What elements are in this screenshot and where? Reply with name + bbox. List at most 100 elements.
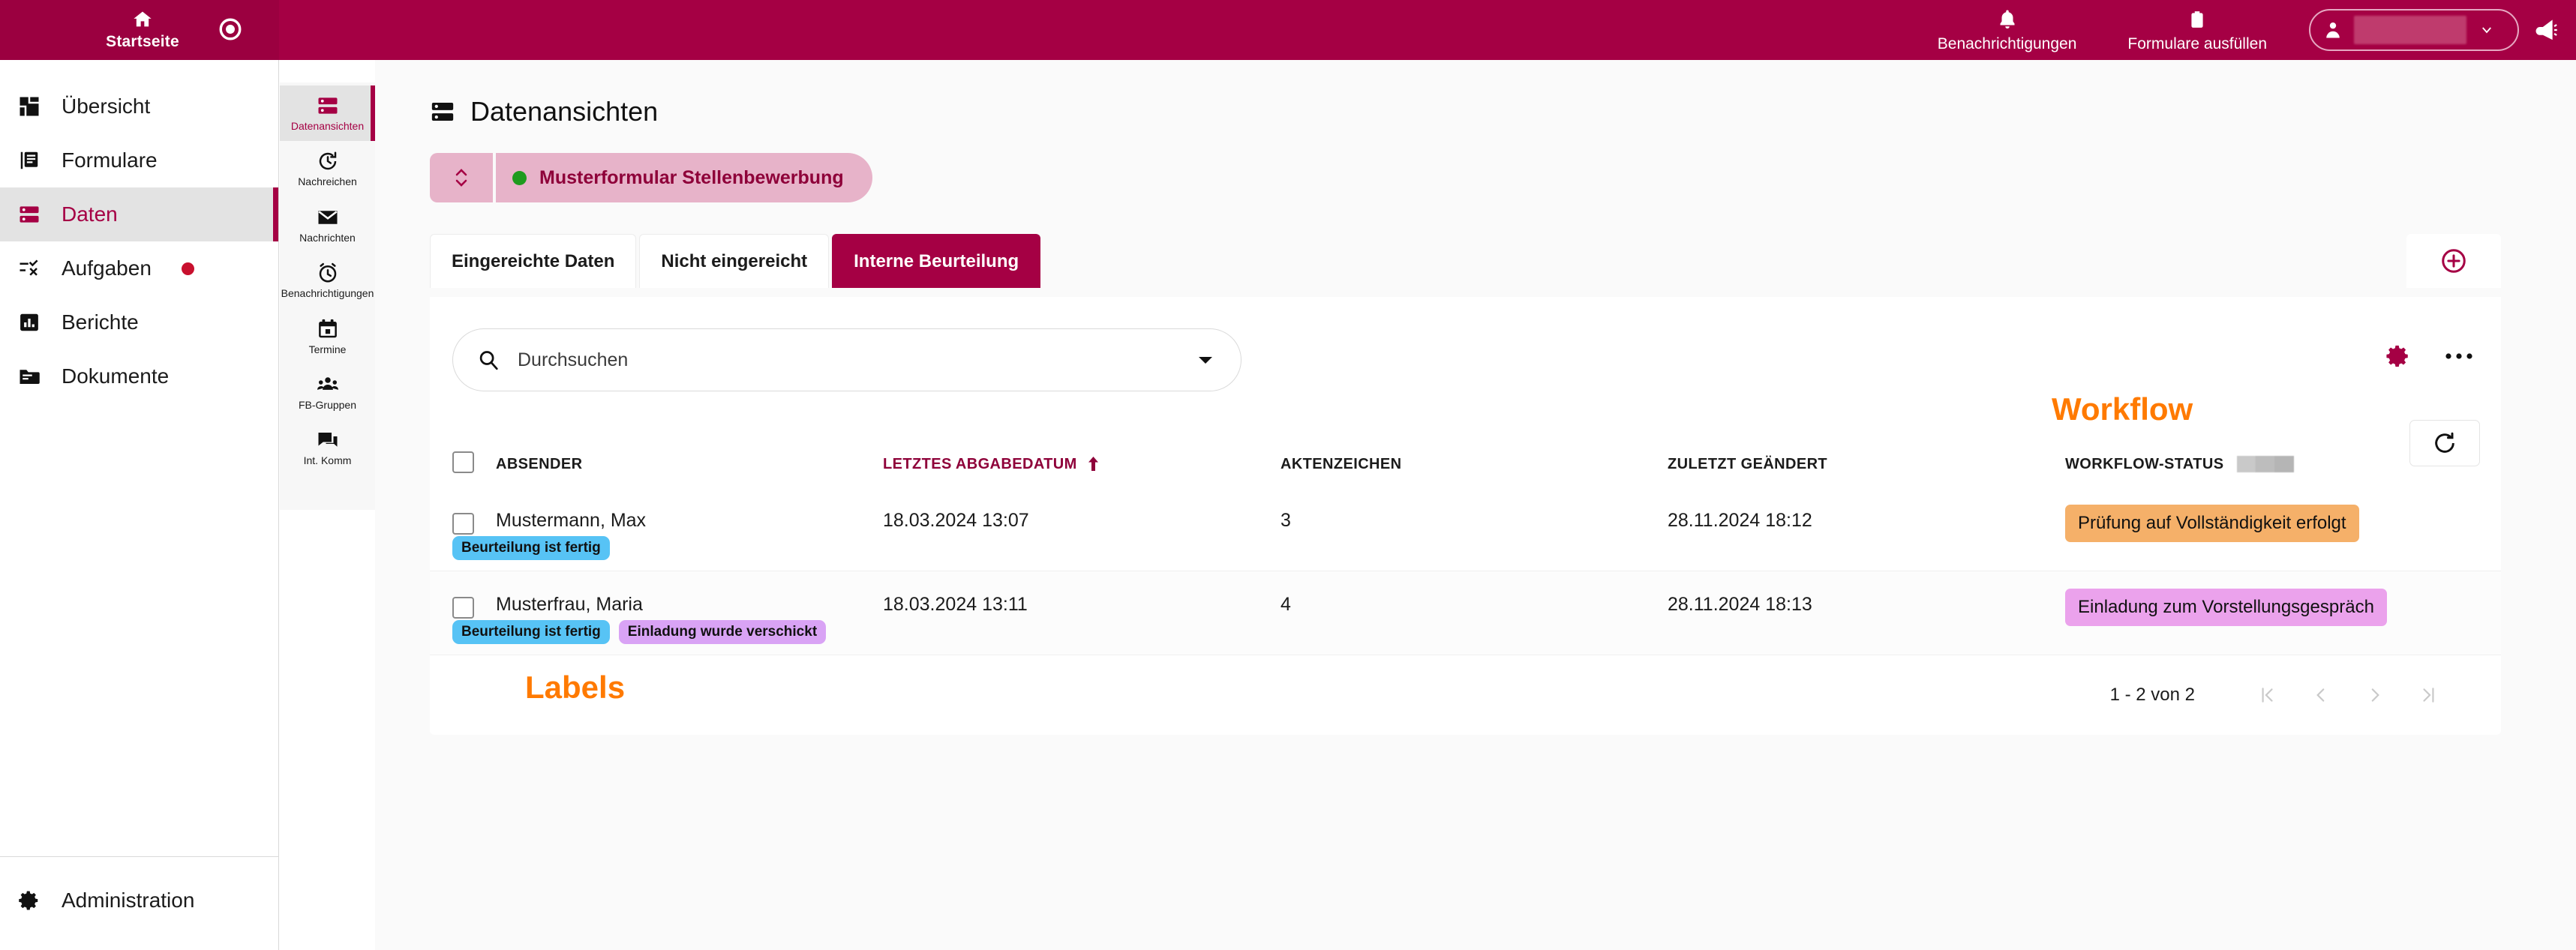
- icon-rail: Datenansichten Nachreichen Nachrichten B…: [280, 82, 375, 510]
- folder-icon: [17, 364, 42, 389]
- refresh-icon: [2433, 431, 2457, 455]
- row-labels: Beurteilung ist fertig Einladung wurde v…: [452, 620, 827, 644]
- tab-label: Eingereichte Daten: [452, 250, 615, 271]
- next-page-button[interactable]: [2348, 673, 2402, 718]
- panel-actions: [2385, 343, 2474, 369]
- rail-item-int-komm[interactable]: Int. Komm: [280, 420, 375, 475]
- group-icon: [316, 373, 340, 396]
- sidebar-item-berichte[interactable]: Berichte: [0, 295, 278, 349]
- column-header-label: ZULETZT GEÄNDERT: [1668, 455, 1828, 472]
- user-icon: [2322, 19, 2343, 41]
- row-checkbox[interactable]: [452, 571, 496, 622]
- workflow-status-badge[interactable]: Einladung zum Vorstellungsgespräch: [2065, 589, 2387, 626]
- last-page-button[interactable]: [2402, 673, 2456, 718]
- page-title-text: Datenansichten: [470, 96, 659, 127]
- column-header-zuletzt-geaendert[interactable]: ZULETZT GEÄNDERT: [1668, 456, 2065, 473]
- sidebar-item-administration[interactable]: Administration: [0, 874, 278, 928]
- form-selector-stepper[interactable]: [430, 153, 493, 202]
- sidebar-bottom: Administration: [0, 856, 278, 950]
- sidebar-item-uebersicht[interactable]: Übersicht: [0, 79, 278, 133]
- cell-absender: Musterfrau, Maria: [496, 594, 643, 615]
- sidebar-item-dokumente[interactable]: Dokumente: [0, 349, 278, 403]
- cell-aktenzeichen: 4: [1280, 594, 1291, 615]
- column-header-aktenzeichen[interactable]: AKTENZEICHEN: [1280, 456, 1668, 473]
- notifications-label: Benachrichtigungen: [1937, 34, 2077, 52]
- clipboard-icon: [2187, 7, 2207, 31]
- checkbox-icon: [452, 513, 474, 535]
- table-header-row: ABSENDER LETZTES ABGABEDATUM AKTENZEICHE…: [430, 441, 2501, 487]
- sidebar-bottom-label: Administration: [62, 889, 195, 912]
- tabs: Eingereichte Daten Nicht eingereicht Int…: [375, 234, 2576, 297]
- rail-item-label: FB-Gruppen: [298, 398, 357, 411]
- sidebar-item-aufgaben[interactable]: Aufgaben: [0, 241, 278, 295]
- sidebar-item-formulare[interactable]: Formulare: [0, 133, 278, 187]
- table-row[interactable]: Musterfrau, Maria 18.03.2024 13:11 4 28.…: [430, 571, 2501, 655]
- search-placeholder: Durchsuchen: [518, 349, 629, 370]
- column-header-absender[interactable]: ABSENDER: [496, 456, 883, 473]
- form-selector[interactable]: Musterformular Stellenbewerbung: [430, 153, 872, 202]
- chat-icon: [317, 429, 339, 451]
- checkbox-icon: [452, 451, 474, 473]
- tab-eingereichte-daten[interactable]: Eingereichte Daten: [430, 234, 637, 288]
- dashboard-icon: [17, 94, 42, 119]
- fill-forms-button[interactable]: Formulare ausfüllen: [2102, 7, 2292, 53]
- fill-forms-label: Formulare ausfüllen: [2127, 34, 2267, 52]
- rail-item-datenansichten[interactable]: Datenansichten: [280, 85, 375, 142]
- cell-letztes-abgabedatum: 18.03.2024 13:07: [883, 510, 1029, 531]
- form-selector-value[interactable]: Musterformular Stellenbewerbung: [496, 153, 872, 202]
- rail-item-nachrichten[interactable]: Nachrichten: [280, 197, 375, 253]
- notifications-button[interactable]: Benachrichtigungen: [1912, 7, 2103, 53]
- home-button[interactable]: Startseite: [100, 9, 179, 51]
- alarm-clock-icon: [317, 262, 339, 284]
- settings-gear-icon[interactable]: [2385, 343, 2411, 369]
- rail-item-label: Benachrichtigungen: [281, 287, 374, 300]
- pagination-info: 1 - 2 von 2: [2109, 685, 2195, 705]
- tab-nicht-eingereicht[interactable]: Nicht eingereicht: [639, 234, 830, 288]
- sidebar-item-label: Daten: [62, 202, 118, 226]
- add-view-button[interactable]: [2406, 234, 2501, 288]
- label-chip[interactable]: Beurteilung ist fertig: [452, 536, 610, 560]
- rail-item-benachrichtigungen[interactable]: Benachrichtigungen: [280, 253, 375, 308]
- cell-letztes-abgabedatum: 18.03.2024 13:11: [883, 594, 1028, 615]
- select-all-checkbox[interactable]: [452, 451, 496, 478]
- workflow-status-badge[interactable]: Prüfung auf Vollständigkeit erfolgt: [2065, 505, 2359, 542]
- column-header-letztes-abgabedatum[interactable]: LETZTES ABGABEDATUM: [883, 456, 1280, 473]
- caret-down-icon[interactable]: [1197, 354, 1214, 366]
- sidebar-item-label: Formulare: [62, 148, 158, 172]
- tab-interne-beurteilung[interactable]: Interne Beurteilung: [832, 234, 1041, 288]
- top-bar-actions: Benachrichtigungen Formulare ausfüllen: [1912, 7, 2565, 53]
- form-status-dot: [512, 170, 527, 185]
- bell-icon: [1996, 7, 2019, 31]
- rail-item-label: Int. Komm: [303, 454, 352, 467]
- rail-item-fb-gruppen[interactable]: FB-Gruppen: [280, 364, 375, 420]
- main-content: Datenansichten Musterformular Stellenbew…: [375, 60, 2576, 950]
- cell-zuletzt-geaendert: 28.11.2024 18:13: [1668, 594, 1812, 615]
- rail-item-nachreichen[interactable]: Nachreichen: [280, 141, 375, 196]
- more-options-icon[interactable]: [2444, 351, 2474, 361]
- stepper-updown-icon: [452, 164, 470, 191]
- plus-circle-icon: [2439, 247, 2468, 275]
- refresh-button[interactable]: [2409, 420, 2480, 466]
- table-row[interactable]: Mustermann, Max 18.03.2024 13:07 3 28.11…: [430, 487, 2501, 571]
- megaphone-icon[interactable]: [2532, 17, 2558, 43]
- column-header-label: AKTENZEICHEN: [1280, 455, 1402, 472]
- data-panel: Durchsuchen ABSENDER LETZTES ABGABEDATUM…: [430, 297, 2501, 735]
- row-checkbox[interactable]: [452, 487, 496, 538]
- chevron-down-icon: [2477, 23, 2496, 37]
- previous-page-button[interactable]: [2294, 673, 2348, 718]
- search-input[interactable]: Durchsuchen: [452, 328, 1241, 391]
- data-table: ABSENDER LETZTES ABGABEDATUM AKTENZEICHE…: [430, 441, 2501, 735]
- sidebar-item-daten[interactable]: Daten: [0, 187, 278, 241]
- user-menu-button[interactable]: [2309, 9, 2519, 51]
- gear-icon: [17, 888, 42, 913]
- form-selector-label: Musterformular Stellenbewerbung: [539, 166, 844, 188]
- rail-item-termine[interactable]: Termine: [280, 309, 375, 364]
- first-page-button[interactable]: [2240, 673, 2294, 718]
- history-icon: [317, 150, 339, 172]
- label-chip[interactable]: Einladung wurde verschickt: [618, 620, 827, 644]
- label-chip[interactable]: Beurteilung ist fertig: [452, 620, 610, 644]
- sidebar-items: Übersicht Formulare Daten Aufgaben Beric…: [0, 60, 278, 403]
- tab-label: Nicht eingereicht: [661, 250, 808, 271]
- record-icon[interactable]: [218, 16, 243, 42]
- search-icon: [477, 349, 500, 371]
